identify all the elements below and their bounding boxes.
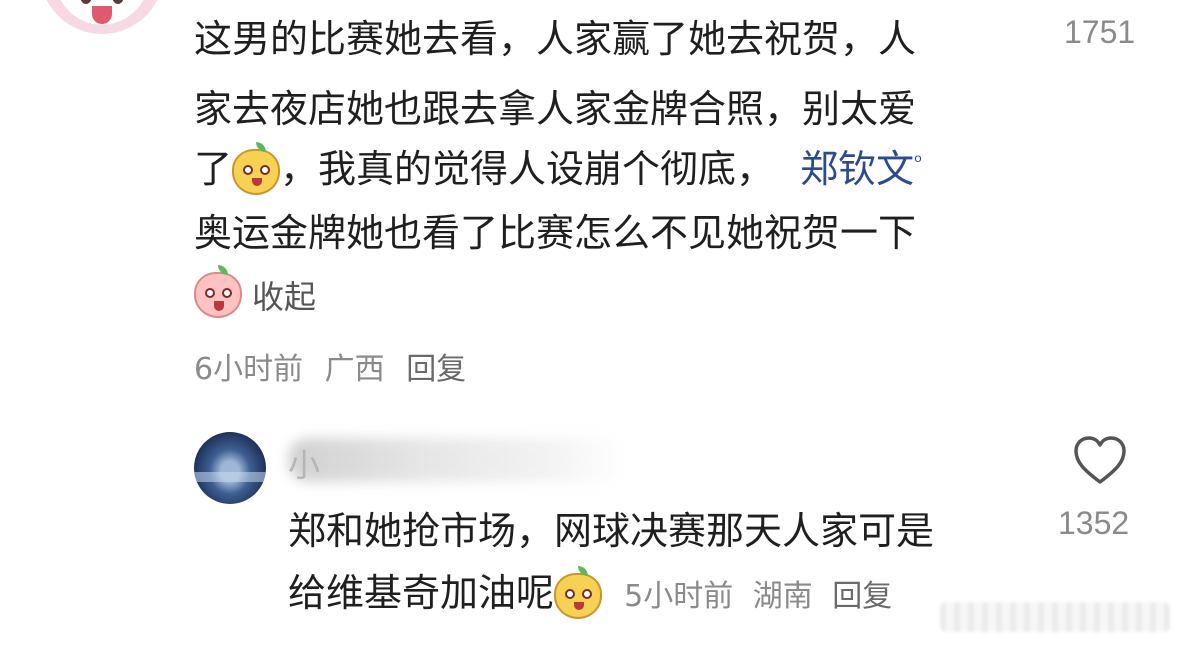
collapse-button[interactable]: 收起 [194, 265, 316, 318]
reply-text-line-1: 郑和她抢市场，网球决赛那天人家可是 [288, 509, 935, 553]
pink-shocked-emoji [194, 265, 242, 318]
blurred-username [288, 438, 628, 482]
search-icon: ᵒ [914, 149, 923, 174]
mention-name[interactable]: 郑钦文 [800, 147, 914, 191]
reply-text-line-2: 给维基奇加油呢 5小时前 湖南 回复 [288, 562, 892, 619]
reply-location: 湖南 [752, 579, 813, 614]
cute-face-emoji [554, 565, 603, 619]
comment-text-line-2: 家去夜店她也跟去拿人家金牌合照，别太爱 [194, 87, 917, 131]
comment-time: 6小时前 [194, 352, 304, 387]
reply-avatar[interactable] [194, 432, 266, 504]
avatar-mouth [92, 6, 112, 24]
mention-link[interactable]: 郑钦文ᵒ [800, 147, 922, 191]
reply-text-segment: 给维基奇加油呢 [288, 571, 555, 615]
collapse-label[interactable]: 收起 [252, 272, 316, 318]
username[interactable]: 小 [288, 440, 320, 486]
comment-meta: 6小时前 广西 回复 [194, 344, 466, 388]
cute-face-emoji [232, 141, 281, 195]
comment-text-line-1: 这男的比赛她去看，人家赢了她去祝贺，人 [194, 17, 917, 61]
comment-text-line-3: 了 ，我真的觉得人设崩个彻底， 郑钦文ᵒ [194, 138, 922, 195]
reply-time: 5小时前 [624, 579, 734, 614]
avatar-eye-right [112, 0, 124, 4]
comment-text-segment: ，我真的觉得人设崩个彻底， [280, 147, 775, 191]
avatar-eye-left [80, 0, 92, 4]
watermark [940, 602, 1170, 632]
comment-text-segment: 了 [194, 147, 233, 191]
reply-meta: 5小时前 湖南 回复 [624, 579, 892, 614]
like-count[interactable]: 1751 [1064, 14, 1135, 51]
reply-button[interactable]: 回复 [832, 579, 892, 614]
like-count[interactable]: 1352 [1058, 505, 1129, 542]
comment-text-line-4: 奥运金牌她也看了比赛怎么不见她祝贺一下 [194, 211, 917, 255]
comment-location: 广西 [324, 352, 385, 387]
avatar-horizon [194, 472, 266, 482]
reply-button[interactable]: 回复 [406, 352, 466, 387]
commenter-avatar[interactable] [40, 0, 164, 34]
heart-outline-icon[interactable] [1072, 434, 1128, 486]
